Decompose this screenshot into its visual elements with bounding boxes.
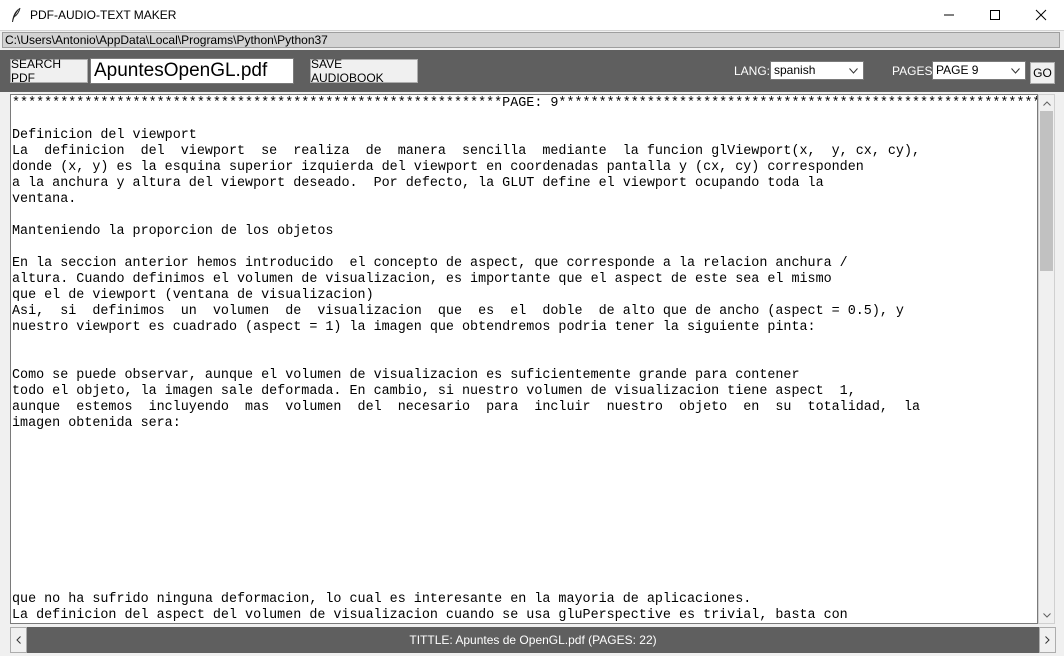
window-controls bbox=[926, 0, 1064, 30]
search-pdf-button[interactable]: SEARCH PDF bbox=[10, 57, 88, 85]
scroll-up-arrow-icon[interactable] bbox=[1039, 95, 1054, 111]
file-name-input[interactable]: ApuntesOpenGL.pdf bbox=[90, 58, 294, 84]
toolbar: SEARCH PDF ApuntesOpenGL.pdf SAVE AUDIOB… bbox=[0, 50, 1064, 92]
pages-select[interactable]: PAGE 9 bbox=[932, 61, 1026, 80]
pdf-text-area[interactable]: ****************************************… bbox=[10, 94, 1038, 624]
scroll-down-arrow-icon[interactable] bbox=[1039, 607, 1054, 623]
save-audiobook-button[interactable]: SAVE AUDIOBOOK bbox=[310, 57, 418, 85]
pages-label: PAGES: bbox=[892, 64, 936, 78]
path-label: C:\Users\Antonio\AppData\Local\Programs\… bbox=[2, 32, 1060, 48]
maximize-button[interactable] bbox=[972, 0, 1018, 30]
lang-label: LANG: bbox=[734, 64, 771, 78]
go-button[interactable]: GO bbox=[1030, 62, 1055, 84]
vertical-scrollbar[interactable] bbox=[1038, 94, 1055, 624]
pdf-page-text: ****************************************… bbox=[12, 96, 1038, 623]
maximize-icon bbox=[990, 10, 1000, 20]
minimize-icon bbox=[944, 14, 954, 16]
lang-select[interactable]: spanish bbox=[770, 61, 864, 80]
feather-icon bbox=[10, 7, 24, 23]
window-title: PDF-AUDIO-TEXT MAKER bbox=[30, 8, 177, 22]
pages-select-value: PAGE 9 bbox=[936, 63, 979, 77]
minimize-button[interactable] bbox=[926, 0, 972, 30]
title-bar: PDF-AUDIO-TEXT MAKER bbox=[0, 0, 1064, 31]
chevron-down-icon bbox=[1008, 63, 1022, 79]
scroll-thumb[interactable] bbox=[1040, 111, 1053, 271]
close-icon bbox=[1035, 9, 1047, 21]
scroll-right-arrow-icon[interactable] bbox=[1039, 627, 1056, 653]
close-button[interactable] bbox=[1018, 0, 1064, 30]
lang-select-value: spanish bbox=[774, 63, 816, 77]
document-title-status: TITTLE: Apuntes de OpenGL.pdf (PAGES: 22… bbox=[409, 633, 657, 647]
chevron-down-icon bbox=[846, 63, 860, 79]
status-bar: TITTLE: Apuntes de OpenGL.pdf (PAGES: 22… bbox=[10, 627, 1056, 653]
